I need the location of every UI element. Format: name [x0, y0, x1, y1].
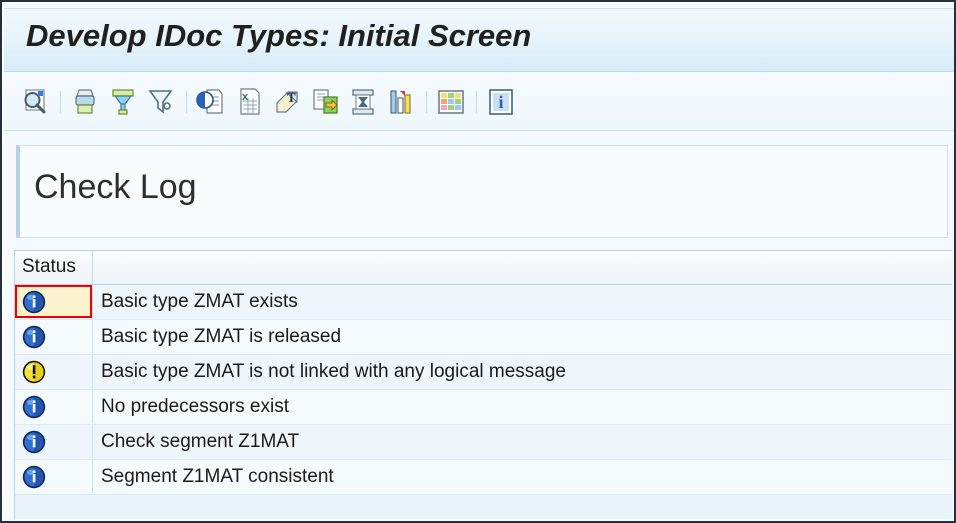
graphic-chart-icon[interactable] [384, 85, 418, 119]
toolbar-separator [426, 90, 427, 113]
display-search-icon[interactable] [18, 85, 52, 119]
table-row[interactable]: Segment Z1MAT consistent [15, 460, 952, 495]
check-log-panel: Check Log [16, 145, 948, 238]
table-body: Basic type ZMAT exists Basic type ZMAT is… [15, 285, 952, 495]
svg-text:T: T [287, 90, 296, 105]
window-inner: Develop IDoc Types: Initial Screen x T i… [4, 4, 954, 521]
cell-message[interactable]: Check segment Z1MAT [93, 425, 952, 458]
info-status-icon [22, 325, 46, 348]
application-toolbar: x T i [4, 73, 954, 131]
abc-analysis-icon[interactable] [346, 85, 380, 119]
info-status-icon [22, 395, 46, 418]
cell-message[interactable]: Basic type ZMAT is not linked with any l… [93, 355, 952, 388]
sap-application-window: Develop IDoc Types: Initial Screen x T i… [0, 0, 956, 523]
table-header-row: Status [15, 251, 952, 285]
column-header-status[interactable]: Status [15, 251, 93, 284]
toolbar-separator [186, 90, 187, 113]
local-file-icon[interactable] [194, 85, 228, 119]
word-processing-icon[interactable]: T [270, 85, 304, 119]
info-status-icon [22, 465, 46, 488]
send-export-icon[interactable] [308, 85, 342, 119]
cell-message[interactable]: No predecessors exist [93, 390, 952, 423]
info-status-icon [22, 430, 46, 453]
warning-status-icon [22, 360, 46, 383]
cell-status[interactable] [15, 390, 93, 423]
table-row[interactable]: Check segment Z1MAT [15, 425, 952, 460]
cell-status[interactable] [15, 285, 93, 318]
table-row[interactable]: Basic type ZMAT is not linked with any l… [15, 355, 952, 390]
cell-message[interactable]: Segment Z1MAT consistent [93, 460, 952, 493]
check-log-table: Status Basic type ZMAT exists Basic type … [14, 250, 952, 519]
spreadsheet-icon[interactable]: x [232, 85, 266, 119]
table-row[interactable]: Basic type ZMAT exists [15, 285, 952, 320]
svg-text:x: x [242, 91, 249, 103]
information-icon[interactable]: i [484, 85, 518, 119]
toolbar-separator [60, 90, 61, 113]
check-log-heading: Check Log [34, 168, 197, 206]
cell-status[interactable] [15, 320, 93, 353]
page-title: Develop IDoc Types: Initial Screen [26, 18, 532, 53]
table-row[interactable]: Basic type ZMAT is released [15, 320, 952, 355]
cell-message[interactable]: Basic type ZMAT is released [93, 320, 952, 353]
print-icon[interactable] [68, 85, 102, 119]
title-bar: Develop IDoc Types: Initial Screen [4, 8, 954, 72]
cell-status[interactable] [15, 460, 93, 493]
table-empty-filler [15, 495, 952, 519]
info-status-icon [22, 290, 46, 313]
column-header-message[interactable] [93, 251, 952, 284]
sort-filter-icon[interactable] [106, 85, 140, 119]
table-row[interactable]: No predecessors exist [15, 390, 952, 425]
svg-text:i: i [498, 92, 503, 112]
choose-layout-icon[interactable] [434, 85, 468, 119]
cell-status[interactable] [15, 355, 93, 388]
cell-message[interactable]: Basic type ZMAT exists [93, 285, 952, 318]
filter-icon[interactable] [144, 85, 178, 119]
cell-status[interactable] [15, 425, 93, 458]
toolbar-separator [476, 90, 477, 113]
